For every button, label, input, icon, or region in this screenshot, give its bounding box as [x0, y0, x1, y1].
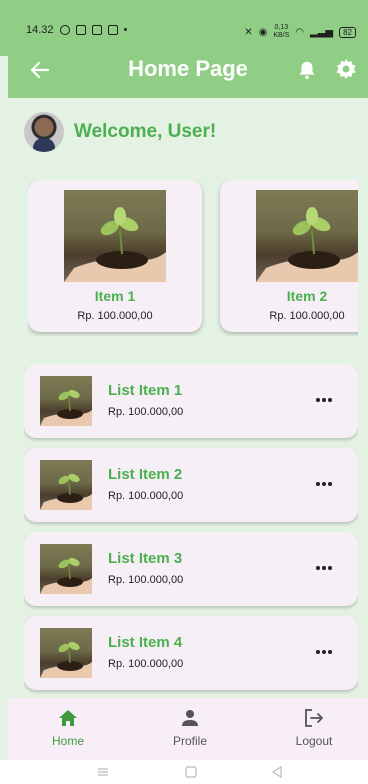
- list-item-price: Rp. 100.000,00: [108, 406, 184, 418]
- featured-carousel[interactable]: Item 1 Rp. 100.000,00 Item 2 Rp. 100.000…: [28, 180, 358, 336]
- more-dots-icon[interactable]: [314, 392, 334, 408]
- list-item-name: List Item 3: [108, 550, 183, 567]
- nav-profile[interactable]: Profile: [150, 708, 230, 748]
- app-notification-icon: [91, 25, 102, 35]
- item-price: Rp. 100.000,00: [77, 310, 153, 322]
- plant-image: [64, 190, 166, 282]
- plant-thumbnail: [40, 460, 92, 510]
- item-price: Rp. 100.000,00: [269, 310, 345, 322]
- list-item-price: Rp. 100.000,00: [108, 658, 184, 670]
- welcome-section: Welcome, User!: [24, 112, 216, 152]
- welcome-text: Welcome, User!: [74, 121, 217, 142]
- logout-icon: [305, 709, 323, 727]
- bell-icon[interactable]: [296, 58, 318, 82]
- plant-thumbnail: [40, 628, 92, 678]
- speed-unit: KB/S: [273, 32, 290, 39]
- list-item-name: List Item 1: [108, 382, 183, 399]
- app-bar: Home Page: [8, 44, 368, 98]
- home-system-icon[interactable]: [184, 766, 198, 778]
- list-item[interactable]: List Item 1 Rp. 100.000,00: [24, 364, 358, 438]
- featured-card[interactable]: Item 2 Rp. 100.000,00: [220, 180, 358, 332]
- gmail-icon: [107, 25, 118, 35]
- list-item[interactable]: List Item 2 Rp. 100.000,00: [24, 448, 358, 522]
- list-item-name: List Item 2: [108, 466, 183, 483]
- hotspot-icon: ◉: [258, 26, 268, 38]
- battery-icon: 82: [339, 26, 356, 38]
- item-list[interactable]: List Item 1 Rp. 100.000,00 List Item 2 R…: [24, 364, 358, 698]
- mute-icon: ✕: [244, 26, 253, 38]
- nav-home[interactable]: Home: [28, 708, 108, 748]
- list-item-price: Rp. 100.000,00: [108, 574, 184, 586]
- nav-logout[interactable]: Logout: [274, 708, 354, 748]
- nav-home-label: Home: [51, 734, 84, 748]
- status-right: ✕ ◉ 0,13 KB/S ◠ ▂▃▅ 82: [244, 24, 356, 40]
- nav-logout-label: Logout: [295, 734, 333, 748]
- status-left: 14.32 •: [26, 24, 127, 36]
- status-time: 14.32: [26, 24, 54, 36]
- more-dots-icon[interactable]: [314, 560, 334, 576]
- list-item-name: List Item 4: [108, 634, 183, 651]
- plant-thumbnail: [40, 376, 92, 426]
- plant-image: [256, 190, 358, 282]
- wifi-icon: ◠: [295, 26, 305, 38]
- bottom-navigation: Home Profile Logout: [8, 698, 368, 760]
- more-dots-icon[interactable]: [314, 476, 334, 492]
- item-name: Item 2: [286, 288, 328, 304]
- recent-apps-icon[interactable]: [96, 766, 110, 778]
- list-item-price: Rp. 100.000,00: [108, 490, 184, 502]
- gear-icon[interactable]: [334, 57, 358, 81]
- home-icon: [59, 710, 77, 726]
- network-speed: 0,13 KB/S: [273, 24, 289, 40]
- item-name: Item 1: [94, 288, 136, 304]
- avatar[interactable]: [24, 112, 64, 152]
- more-notifications-dot-icon: •: [123, 24, 128, 36]
- list-item[interactable]: List Item 3 Rp. 100.000,00: [24, 532, 358, 606]
- system-navigation-bar: [0, 760, 368, 784]
- speed-value: 0,13: [274, 24, 289, 31]
- whatsapp-icon: [59, 25, 70, 35]
- back-system-icon[interactable]: [270, 766, 284, 778]
- more-dots-icon[interactable]: [314, 644, 334, 660]
- youtube-icon: [75, 25, 86, 35]
- list-item[interactable]: List Item 4 Rp. 100.000,00: [24, 616, 358, 690]
- signal-icon: ▂▃▅: [310, 26, 334, 38]
- featured-card[interactable]: Item 1 Rp. 100.000,00: [28, 180, 202, 332]
- plant-thumbnail: [40, 544, 92, 594]
- person-icon: [182, 710, 198, 726]
- nav-profile-label: Profile: [172, 734, 207, 748]
